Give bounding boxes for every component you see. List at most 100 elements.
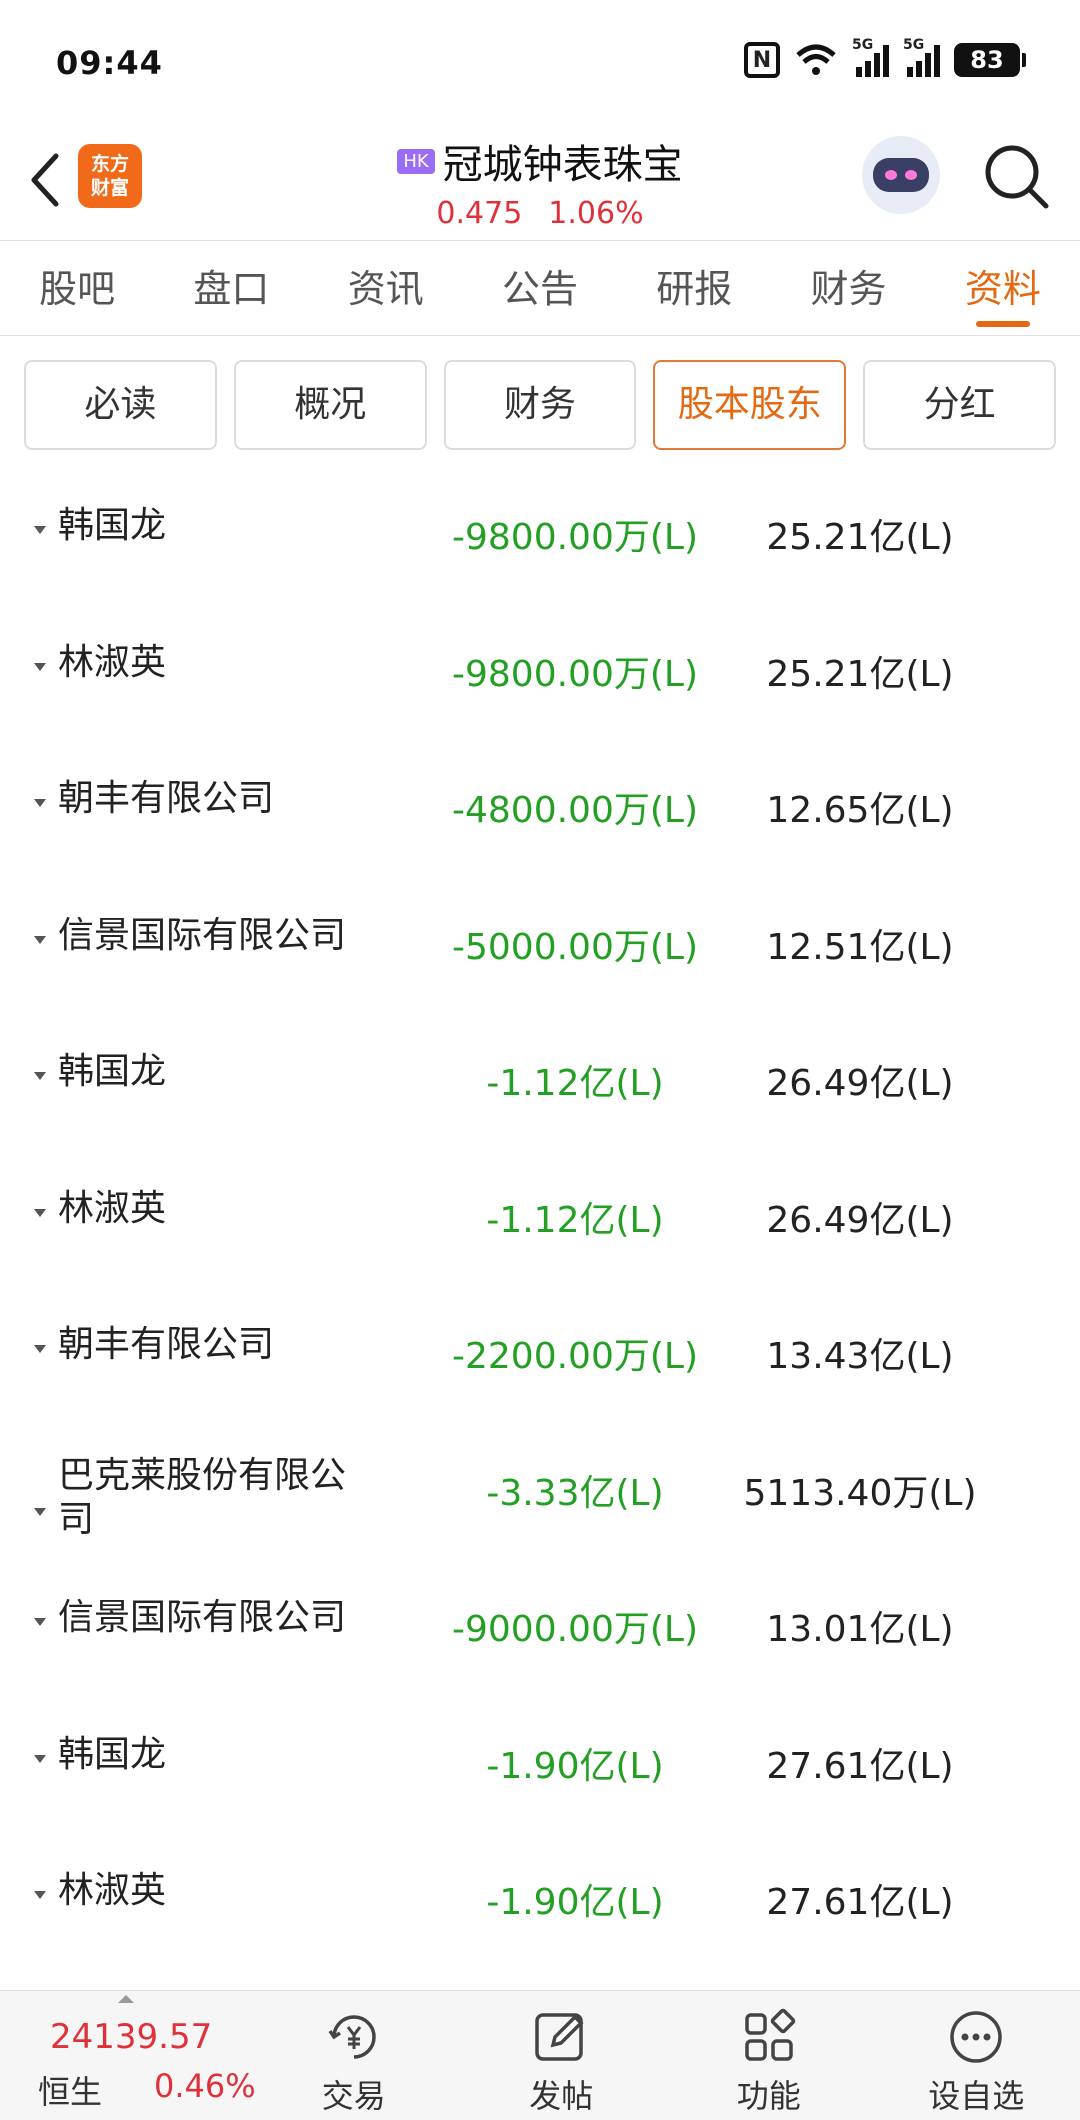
expand-arrow-icon[interactable] xyxy=(34,1754,46,1763)
holding-after: 12.65亿(L) xyxy=(766,790,954,831)
list-item[interactable]: 韩国龙 -9800.00万(L) 25.21亿(L) xyxy=(0,480,1080,617)
holder-name: 朝丰有限公司 xyxy=(58,1324,275,1365)
search-icon xyxy=(985,145,1049,209)
cellular-signal-2-icon: 5G xyxy=(903,37,940,77)
main-tabs: 股吧 盘口 资讯 公告 研报 财务 资料 xyxy=(0,240,1080,336)
holding-change: -4800.00万(L) xyxy=(451,790,698,831)
holder-name: 朝丰有限公司 xyxy=(58,778,275,819)
nav-post-label: 发帖 xyxy=(529,2077,594,2115)
trade-yen-icon xyxy=(328,2015,376,2059)
expand-arrow-icon[interactable] xyxy=(34,1208,46,1217)
tab-pankou[interactable]: 盘口 xyxy=(154,241,308,335)
status-bar: 09:44 N 5G 5G 83 xyxy=(0,0,1080,130)
index-value: 24139.57 xyxy=(50,2017,213,2057)
holder-name: 信景国际有限公司 xyxy=(58,1597,347,1638)
wifi-icon xyxy=(796,44,836,75)
nav-add-watchlist-label: 设自选 xyxy=(928,2077,1025,2115)
status-time: 09:44 xyxy=(56,44,163,82)
holder-name: 韩国龙 xyxy=(58,1733,167,1775)
holder-name: 林淑英 xyxy=(58,641,167,683)
nav-features[interactable]: 功能 xyxy=(665,1991,873,2120)
compose-icon xyxy=(535,2013,584,2061)
tab-research[interactable]: 研报 xyxy=(617,241,771,335)
nav-add-watchlist[interactable]: 设自选 xyxy=(873,1991,1080,2120)
holding-change: -1.90亿(L) xyxy=(486,1882,664,1923)
nav-features-label: 功能 xyxy=(736,2077,801,2115)
chip-finance[interactable]: 财务 xyxy=(443,360,637,450)
tab-announcements[interactable]: 公告 xyxy=(463,241,617,335)
bottom-bar: 24139.57 恒生 0.46% 交易 发帖 功能 设自选 xyxy=(0,1990,1080,2120)
tab-profile[interactable]: 资料 xyxy=(926,241,1080,335)
stock-name: 冠城钟表珠宝 xyxy=(442,142,683,188)
list-item[interactable]: 朝丰有限公司 -4800.00万(L) 12.65亿(L) xyxy=(0,753,1080,890)
list-item[interactable]: 信景国际有限公司 -9000.00万(L) 13.01亿(L) xyxy=(0,1572,1080,1709)
tab-guba[interactable]: 股吧 xyxy=(0,241,154,335)
nav-post[interactable]: 发帖 xyxy=(458,1991,666,2120)
chip-overview[interactable]: 概况 xyxy=(233,360,427,450)
more-circle-icon xyxy=(950,2011,1002,2063)
holder-name: 韩国龙 xyxy=(58,1051,167,1092)
holding-change: -2200.00万(L) xyxy=(451,1336,698,1377)
holding-after: 5113.40万(L) xyxy=(743,1472,977,1514)
tab-news[interactable]: 资讯 xyxy=(309,241,463,335)
list-item[interactable]: 朝丰有限公司 -2200.00万(L) 13.43亿(L) xyxy=(0,1299,1080,1436)
search-button[interactable] xyxy=(982,142,1050,210)
list-item[interactable]: 林淑英 -1.12亿(L) 26.49亿(L) xyxy=(0,1163,1080,1300)
expand-arrow-icon[interactable] xyxy=(34,799,46,807)
market-badge: HK xyxy=(397,148,435,174)
chip-must-read[interactable]: 必读 xyxy=(24,360,217,450)
profile-sub-tabs: 必读 概况 财务 股本股东 分红 xyxy=(24,360,1056,450)
holding-after: 26.49亿(L) xyxy=(766,1063,954,1104)
holder-name: 巴克莱股份有限公司 xyxy=(58,1454,347,1540)
index-name: 恒生 xyxy=(38,2073,103,2111)
holding-after: 26.49亿(L) xyxy=(766,1199,954,1241)
expand-arrow-icon[interactable] xyxy=(34,935,46,944)
holding-after: 13.43亿(L) xyxy=(766,1336,954,1377)
list-item[interactable]: 韩国龙 -1.90亿(L) 27.61亿(L) xyxy=(0,1709,1080,1846)
expand-up-icon[interactable] xyxy=(118,1995,134,2003)
holding-change: -9800.00万(L) xyxy=(451,653,698,695)
holder-name: 林淑英 xyxy=(58,1870,167,1911)
tab-finance[interactable]: 财务 xyxy=(771,241,925,335)
cellular-signal-1-icon: 5G xyxy=(852,37,889,77)
holding-after: 25.21亿(L) xyxy=(766,653,954,695)
holding-after: 27.61亿(L) xyxy=(766,1882,954,1923)
apps-grid-icon xyxy=(745,2008,795,2061)
expand-arrow-icon[interactable] xyxy=(34,1345,46,1353)
index-ticker[interactable]: 24139.57 恒生 0.46% xyxy=(0,1991,256,2120)
expand-arrow-icon[interactable] xyxy=(34,1891,46,1899)
holder-name: 信景国际有限公司 xyxy=(58,914,347,956)
holding-change: -5000.00万(L) xyxy=(451,926,698,968)
holding-after: 25.21亿(L) xyxy=(766,517,954,558)
expand-arrow-icon[interactable] xyxy=(34,1072,46,1080)
holder-name: 林淑英 xyxy=(58,1187,167,1229)
list-item[interactable]: 韩国龙 -1.12亿(L) 26.49亿(L) xyxy=(0,1026,1080,1163)
list-item[interactable]: 信景国际有限公司 -5000.00万(L) 12.51亿(L) xyxy=(0,890,1080,1027)
chip-dividends[interactable]: 分红 xyxy=(863,360,1056,450)
stock-price: 0.475 xyxy=(436,196,523,231)
chip-share-capital-holders[interactable]: 股本股东 xyxy=(653,360,847,450)
holding-after: 27.61亿(L) xyxy=(766,1745,954,1787)
expand-arrow-icon[interactable] xyxy=(34,662,46,671)
nav-trade-label: 交易 xyxy=(321,2077,386,2115)
list-item[interactable]: 林淑英 -9800.00万(L) 25.21亿(L) xyxy=(0,617,1080,754)
holder-name: 韩国龙 xyxy=(58,505,167,546)
holding-change: -9000.00万(L) xyxy=(451,1609,698,1650)
expand-arrow-icon[interactable] xyxy=(34,1618,46,1626)
list-item[interactable]: 林淑英 -1.90亿(L) 27.61亿(L) xyxy=(0,1845,1080,1982)
status-icons: N 5G 5G 83 xyxy=(744,37,1026,78)
holding-after: 13.01亿(L) xyxy=(766,1609,954,1650)
holding-change: -1.90亿(L) xyxy=(486,1745,664,1787)
expand-arrow-icon[interactable] xyxy=(34,526,46,534)
expand-arrow-icon[interactable] xyxy=(34,1507,46,1516)
holding-change: -1.12亿(L) xyxy=(486,1063,664,1104)
stock-change-pct: 1.06% xyxy=(548,196,644,231)
list-item[interactable]: 巴克莱股份有限公司 -3.33亿(L) 5113.40万(L) xyxy=(0,1436,1080,1573)
index-change: 0.46% xyxy=(154,2067,256,2105)
holding-change: -1.12亿(L) xyxy=(486,1199,664,1241)
holding-after: 12.51亿(L) xyxy=(766,926,954,968)
ai-assistant-robot-icon[interactable] xyxy=(862,136,940,214)
nav-trade[interactable]: 交易 xyxy=(250,1991,458,2120)
holding-change: -3.33亿(L) xyxy=(486,1472,664,1514)
stock-header: 东方 财富 HK 冠城钟表珠宝 0.475 1.06% xyxy=(0,130,1080,240)
